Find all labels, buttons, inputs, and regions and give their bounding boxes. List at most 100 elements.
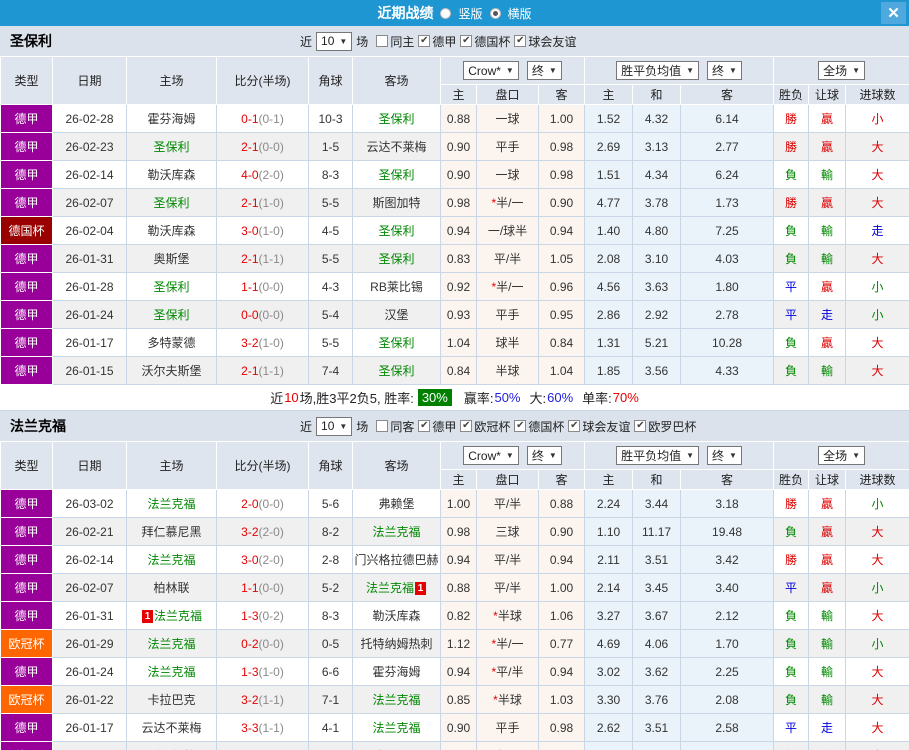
goals-result-cell: 小 xyxy=(845,272,909,301)
league-cell: 德国杯 xyxy=(0,216,53,245)
odds-time-select[interactable]: 终 xyxy=(526,61,562,80)
odds-time-select[interactable]: 终 xyxy=(526,446,562,465)
goals-result-cell: 走 xyxy=(845,216,909,245)
match-row: 德甲 26-01-15 沃尔夫斯堡 2-1(1-1) 7-4 圣保利 0.84 … xyxy=(0,356,909,385)
checkbox-checked-icon[interactable] xyxy=(634,420,647,432)
goals-result-cell: 大 xyxy=(845,356,909,385)
score-ft: 0-1 xyxy=(241,111,259,126)
league-cell: 德甲 xyxy=(0,244,53,273)
league-cell: 德甲 xyxy=(0,489,53,518)
league-cell: 欧冠杯 xyxy=(0,685,53,714)
odds-company-select[interactable]: Crow* xyxy=(463,61,519,80)
fulltime-select[interactable]: 全场 xyxy=(818,446,866,465)
match-row: 德甲 26-01-31 奥斯堡 2-1(1-1) 5-5 圣保利 0.83 平/… xyxy=(0,244,909,273)
score-ft: 4-0 xyxy=(241,167,259,182)
away-team: 法兰克福 xyxy=(372,693,421,707)
checkbox-checked-icon[interactable] xyxy=(568,420,581,432)
league-checkbox[interactable]: 欧冠杯 xyxy=(460,418,510,435)
checkbox-checked-icon[interactable] xyxy=(460,35,473,47)
col-away: 客场 xyxy=(352,441,441,490)
fulltime-select[interactable]: 全场 xyxy=(818,61,866,80)
euro-away-cell: 2.78 xyxy=(680,300,775,329)
match-row: 德国杯 26-02-04 勒沃库森 3-0(1-0) 4-5 圣保利 0.94 … xyxy=(0,216,909,245)
result-cell: 負 xyxy=(773,216,810,245)
home-team: 勒沃库森 xyxy=(147,224,196,238)
match-row: 欧冠杯 26-01-29 法兰克福 0-2(0-0) 0-5 托特纳姆热刺 1.… xyxy=(0,629,909,658)
asian-away-cell: 0.90 xyxy=(537,517,586,546)
euro-away-cell: 19.48 xyxy=(680,517,775,546)
league-checkbox[interactable]: 欧罗巴杯 xyxy=(634,418,696,435)
avg-odds-select[interactable]: 胜平负均值 xyxy=(616,446,700,465)
away-cell: 圣保利 xyxy=(352,216,441,245)
league-checkbox[interactable]: 德甲 xyxy=(418,33,456,50)
home-team: 圣保利 xyxy=(153,308,190,322)
checkbox-checked-icon[interactable] xyxy=(514,35,527,47)
checkbox-checked-icon[interactable] xyxy=(514,420,527,432)
home-badge: 1 xyxy=(141,610,153,623)
euro-home-cell: 2.11 xyxy=(584,545,634,574)
checkbox-unchecked-icon[interactable] xyxy=(376,420,389,432)
handicap-text: 一球 xyxy=(495,168,520,182)
avg-time-select[interactable]: 终 xyxy=(707,61,742,80)
away-team: 圣保利 xyxy=(378,112,415,126)
avg-time-select[interactable]: 终 xyxy=(707,446,742,465)
league-checkbox[interactable]: 同客 xyxy=(376,418,414,435)
league-cell: 德甲 xyxy=(0,713,53,742)
handicap-cell: 一/球半 xyxy=(476,216,539,245)
score-ht: (1-1) xyxy=(258,363,284,378)
league-checkbox[interactable]: 同主 xyxy=(376,33,414,50)
euro-home-cell: 2.86 xyxy=(584,300,634,329)
league-checkbox[interactable]: 德国杯 xyxy=(460,33,510,50)
home-cell: 圣保利 xyxy=(126,300,217,329)
score-ht: (0-2) xyxy=(258,608,284,623)
match-row: 德甲 26-02-07 圣保利 2-1(1-0) 5-5 斯图加特 0.98 *… xyxy=(0,188,909,217)
avg-odds-select[interactable]: 胜平负均值 xyxy=(616,61,700,80)
league-cell: 德甲 xyxy=(0,104,53,133)
horizontal-layout-radio[interactable] xyxy=(489,7,501,19)
checkbox-checked-icon[interactable] xyxy=(418,420,431,432)
asian-away-cell: 1.00 xyxy=(537,573,586,602)
handicap-result-cell: 輸 xyxy=(808,685,847,714)
match-count-select[interactable]: 10 xyxy=(316,31,353,51)
corner-cell: 5-5 xyxy=(308,188,353,217)
home-team: 勒沃库森 xyxy=(147,168,196,182)
league-cell: 欧冠杯 xyxy=(0,629,53,658)
league-checkbox[interactable]: 球会友谊 xyxy=(514,33,576,50)
handicap-text: 平/半 xyxy=(493,252,522,266)
match-row: 德甲 26-01-14 斯图加特 3-2(2-1) 10-2 法兰克福 0.81… xyxy=(0,741,909,750)
date-cell: 26-02-04 xyxy=(52,216,127,245)
score-ht: (1-0) xyxy=(258,223,284,238)
result-cell: 勝 xyxy=(773,545,810,574)
league-checkbox[interactable]: 球会友谊 xyxy=(568,418,630,435)
handicap-cell: 平/半 xyxy=(476,573,539,602)
score-ht: (1-1) xyxy=(258,720,284,735)
checkbox-checked-icon[interactable] xyxy=(418,35,431,47)
result-cell: 負 xyxy=(773,601,810,630)
match-count-select[interactable]: 10 xyxy=(316,416,353,436)
close-icon[interactable]: ✕ xyxy=(881,2,906,24)
score-cell: 1-3(1-0) xyxy=(216,657,309,686)
asian-home-cell: 1.12 xyxy=(440,629,477,658)
euro-away-cell: 7.25 xyxy=(680,216,775,245)
result-cell: 負 xyxy=(773,517,810,546)
col-away: 客场 xyxy=(352,56,441,105)
checkbox-checked-icon[interactable] xyxy=(460,420,473,432)
vertical-layout-label[interactable]: 竖版 xyxy=(458,5,482,22)
league-checkbox-label: 欧冠杯 xyxy=(474,419,511,434)
league-checkbox[interactable]: 德国杯 xyxy=(514,418,564,435)
asian-away-cell: 0.88 xyxy=(537,489,586,518)
league-checkbox-label: 同客 xyxy=(390,419,415,434)
euro-away-cell: 3.42 xyxy=(680,545,775,574)
horizontal-layout-label[interactable]: 横版 xyxy=(508,5,532,22)
checkbox-unchecked-icon[interactable] xyxy=(376,35,389,47)
vertical-layout-radio[interactable] xyxy=(440,7,452,19)
col-home: 主场 xyxy=(126,441,217,490)
result-cell: 勝 xyxy=(773,489,810,518)
odds-company-select[interactable]: Crow* xyxy=(463,446,519,465)
league-checkbox[interactable]: 德甲 xyxy=(418,418,456,435)
away-cell: 法兰克福 xyxy=(352,713,441,742)
euro-away-cell: 10.28 xyxy=(680,328,775,357)
sub-euro-away: 客 xyxy=(680,469,775,490)
euro-away-cell: 4.57 xyxy=(680,741,775,750)
away-badge: 1 xyxy=(415,582,426,595)
